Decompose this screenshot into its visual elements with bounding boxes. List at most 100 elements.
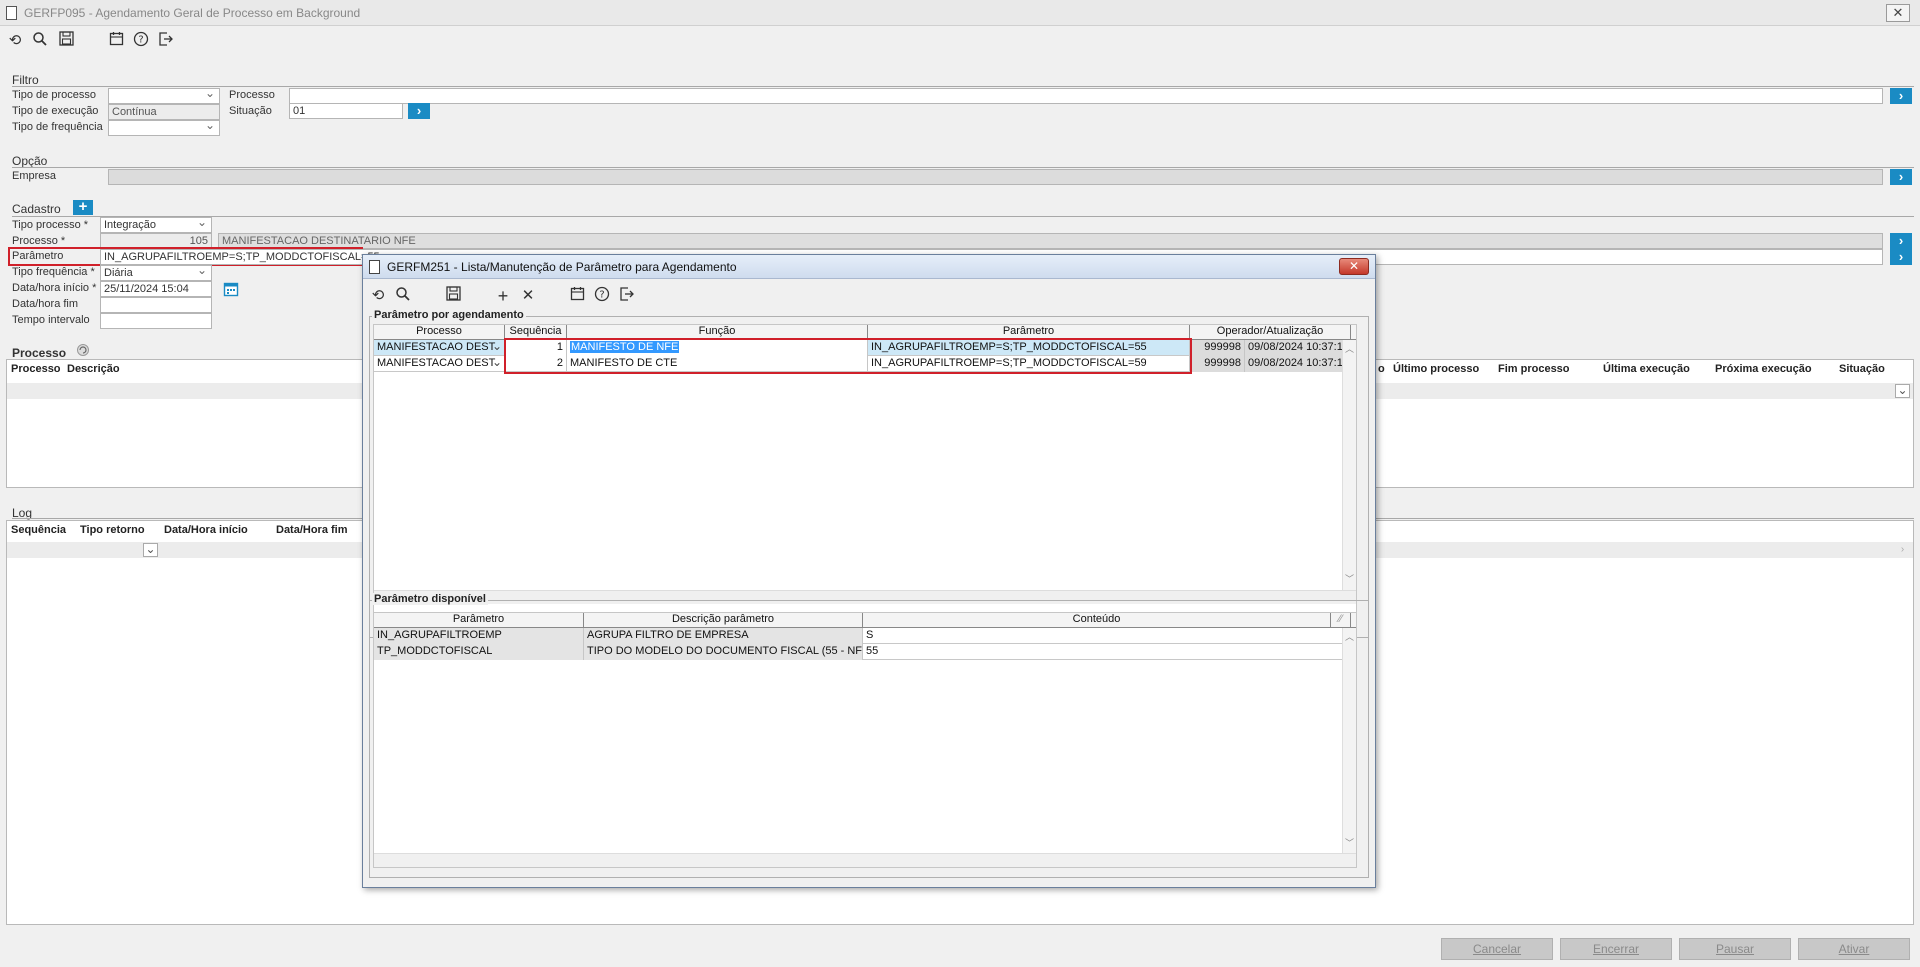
filtro-situacao-go-button[interactable]: ›	[408, 103, 430, 119]
processo-grid-header-situacao[interactable]: Situação	[1839, 363, 1885, 375]
cadastro-title: Cadastro	[12, 202, 61, 216]
header-processo[interactable]: Processo	[374, 325, 505, 339]
row-atualizacao: 09/08/2024 10:37:11	[1245, 356, 1351, 372]
add-icon[interactable]: +	[493, 286, 513, 306]
processo-grid-header-fim-processo[interactable]: Fim processo	[1498, 363, 1570, 375]
cadastro-processo-label: Processo *	[12, 235, 66, 247]
processo-grid-header-descricao[interactable]: Descrição	[67, 363, 120, 375]
save-icon[interactable]	[443, 286, 463, 306]
processo-grid-header-ultimo-processo[interactable]: Último processo	[1393, 363, 1479, 375]
cadastro-divider	[12, 216, 1914, 217]
document-icon	[369, 260, 380, 274]
cadastro-data-inicio-input[interactable]: 25/11/2024 15:04	[100, 281, 212, 297]
cadastro-parametro-label: Parâmetro	[12, 250, 64, 262]
chevron-down-icon[interactable]: ⌄	[492, 340, 502, 353]
processo-grid-header-ultima-execucao[interactable]: Última execução	[1603, 363, 1690, 375]
chevron-down-icon[interactable]: ⌄	[143, 543, 158, 557]
table-row[interactable]: TP_MODDCTOFISCAL TIPO DO MODELO DO DOCUM…	[374, 644, 1351, 660]
save-icon[interactable]	[56, 31, 76, 51]
refresh-icon[interactable]: ⟲	[5, 31, 25, 51]
column-options-icon[interactable]: ⁄⁄	[1331, 613, 1351, 627]
scroll-down-icon[interactable]: ﹀	[1343, 836, 1356, 849]
calendar-picker-icon[interactable]	[223, 281, 239, 297]
param-disponivel-grid: Parâmetro Descrição parâmetro Conteúdo ⁄…	[373, 612, 1357, 868]
refresh-icon[interactable]: ⟲	[368, 286, 388, 306]
filtro-divider	[12, 86, 1914, 87]
header-parametro[interactable]: Parâmetro	[374, 613, 584, 627]
processo-grid-header-proxima-execucao[interactable]: Próxima execução	[1715, 363, 1812, 375]
dialog-titlebar: GERFM251 - Lista/Manutenção de Parâmetro…	[363, 255, 1375, 279]
scroll-up-icon[interactable]: ︿	[1343, 630, 1356, 643]
cadastro-tempo-intervalo-label: Tempo intervalo	[12, 314, 90, 326]
cadastro-data-fim-input[interactable]	[100, 297, 212, 313]
ativar-button[interactable]: Ativar	[1798, 938, 1910, 960]
cadastro-processo-go-button[interactable]: ›	[1890, 233, 1912, 249]
header-funcao[interactable]: Função	[567, 325, 868, 339]
search-icon[interactable]	[30, 31, 50, 51]
delete-icon[interactable]: ✕	[518, 286, 538, 306]
log-grid-header-data-inicio[interactable]: Data/Hora início	[164, 524, 248, 536]
cadastro-add-button[interactable]: +	[73, 199, 93, 215]
header-descricao-parametro[interactable]: Descrição parâmetro	[584, 613, 863, 627]
header-conteudo[interactable]: Conteúdo	[863, 613, 1331, 627]
chevron-right-icon[interactable]: ›	[1895, 543, 1910, 557]
filtro-tipo-execucao-field: Contínua	[108, 104, 220, 120]
pausar-button[interactable]: Pausar	[1679, 938, 1791, 960]
cadastro-tipo-processo-select[interactable]: Integração	[100, 217, 212, 233]
log-grid-header-data-fim[interactable]: Data/Hora fim	[276, 524, 348, 536]
param-disponivel-title: Parâmetro disponível	[372, 593, 488, 605]
horizontal-scrollbar[interactable]	[374, 853, 1356, 867]
chevron-down-icon[interactable]: ⌄	[1895, 384, 1910, 398]
exit-icon[interactable]	[617, 286, 637, 306]
filtro-tipo-frequencia-select[interactable]	[108, 120, 220, 136]
row-processo[interactable]: MANIFESTACAO DEST	[374, 340, 505, 356]
cadastro-tempo-intervalo-input[interactable]	[100, 313, 212, 329]
opcao-empresa-go-button[interactable]: ›	[1890, 169, 1912, 185]
header-sequencia[interactable]: Sequência	[505, 325, 567, 339]
row-processo[interactable]: MANIFESTACAO DEST	[374, 356, 505, 372]
svg-text:?: ?	[138, 35, 143, 46]
header-operador-atualizacao[interactable]: Operador/Atualização	[1190, 325, 1351, 339]
search-icon[interactable]	[393, 286, 413, 306]
processo-grid-header-processo[interactable]: Processo	[11, 363, 61, 375]
filtro-processo-input[interactable]	[289, 88, 1883, 104]
param-agendamento-grid: Processo Sequência Função Parâmetro Oper…	[373, 324, 1357, 630]
header-parametro[interactable]: Parâmetro	[868, 325, 1190, 339]
window-title: GERFP095 - Agendamento Geral de Processo…	[24, 6, 361, 20]
param-disponivel-header: Parâmetro Descrição parâmetro Conteúdo ⁄…	[374, 613, 1356, 628]
vertical-scrollbar[interactable]: ︿ ﹀	[1342, 628, 1356, 853]
table-row[interactable]: IN_AGRUPAFILTROEMP AGRUPA FILTRO DE EMPR…	[374, 628, 1351, 644]
scroll-down-icon[interactable]: ﹀	[1343, 572, 1356, 585]
row-conteudo[interactable]: S	[863, 628, 1351, 644]
scroll-up-icon[interactable]: ︿	[1343, 342, 1356, 355]
cadastro-parametro-go-button[interactable]: ›	[1890, 249, 1912, 265]
filtro-processo-go-button[interactable]: ›	[1890, 88, 1912, 104]
encerrar-button[interactable]: Encerrar	[1560, 938, 1672, 960]
filtro-tipo-processo-select[interactable]	[108, 88, 220, 104]
cancelar-button[interactable]: Cancelar	[1441, 938, 1553, 960]
filtro-tipo-frequencia-label: Tipo de frequência	[12, 121, 103, 133]
calendar-icon[interactable]	[567, 286, 587, 306]
cadastro-tipo-frequencia-select[interactable]: Diária	[100, 265, 212, 281]
help-icon[interactable]: ?	[131, 31, 151, 51]
dialog-close-button[interactable]: ✕	[1339, 258, 1369, 275]
vertical-scrollbar[interactable]: ︿ ﹀	[1342, 340, 1356, 590]
row-conteudo[interactable]: 55	[863, 644, 1351, 660]
log-grid-header-tipo-retorno[interactable]: Tipo retorno	[80, 524, 145, 536]
opcao-title: Opção	[12, 154, 48, 168]
row-descricao: AGRUPA FILTRO DE EMPRESA	[584, 628, 863, 644]
calendar-icon[interactable]	[106, 31, 126, 51]
processo-refresh-icon[interactable]	[76, 343, 90, 357]
cadastro-processo-desc: MANIFESTACAO DESTINATARIO NFE	[218, 233, 1883, 249]
chevron-down-icon[interactable]: ⌄	[492, 356, 502, 369]
filtro-situacao-input[interactable]: 01	[289, 103, 403, 119]
filtro-tipo-processo-label: Tipo de processo	[12, 89, 96, 101]
exit-icon[interactable]	[156, 31, 176, 51]
window-close-button[interactable]: ✕	[1886, 4, 1910, 22]
log-grid-header-sequencia[interactable]: Sequência	[11, 524, 66, 536]
opcao-divider	[12, 167, 1914, 168]
row-parametro: TP_MODDCTOFISCAL	[374, 644, 584, 660]
help-icon[interactable]: ?	[592, 286, 612, 306]
filtro-situacao-label: Situação	[229, 105, 272, 117]
processo-grid-header-partial[interactable]: o	[1378, 363, 1385, 375]
